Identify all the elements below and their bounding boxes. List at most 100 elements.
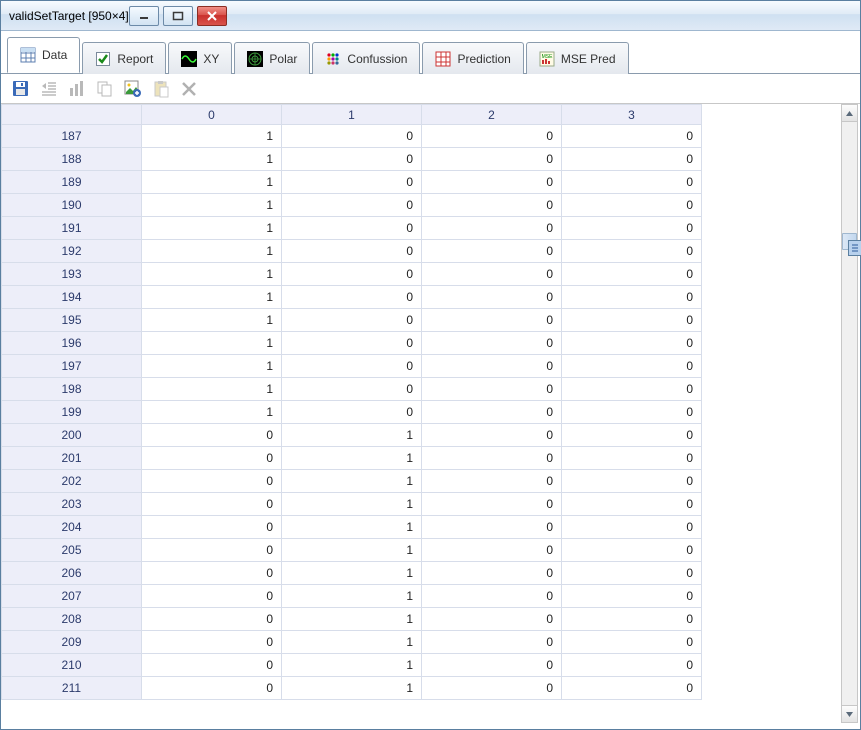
data-cell[interactable]: 0	[282, 332, 422, 355]
data-cell[interactable]: 0	[562, 378, 702, 401]
data-cell[interactable]: 0	[422, 585, 562, 608]
data-cell[interactable]: 0	[422, 309, 562, 332]
copy-button[interactable]	[95, 79, 115, 99]
data-cell[interactable]: 0	[422, 424, 562, 447]
data-cell[interactable]: 0	[422, 470, 562, 493]
data-cell[interactable]: 0	[282, 355, 422, 378]
row-header[interactable]: 209	[2, 631, 142, 654]
data-cell[interactable]: 1	[282, 493, 422, 516]
data-cell[interactable]: 1	[142, 148, 282, 171]
row-header[interactable]: 211	[2, 677, 142, 700]
row-header[interactable]: 210	[2, 654, 142, 677]
data-cell[interactable]: 0	[142, 493, 282, 516]
data-cell[interactable]: 0	[422, 516, 562, 539]
data-cell[interactable]: 0	[282, 217, 422, 240]
data-cell[interactable]: 0	[142, 470, 282, 493]
data-cell[interactable]: 1	[282, 516, 422, 539]
row-header[interactable]: 199	[2, 401, 142, 424]
data-cell[interactable]: 0	[422, 539, 562, 562]
col-header[interactable]: 2	[422, 105, 562, 125]
data-cell[interactable]: 1	[142, 401, 282, 424]
data-cell[interactable]: 0	[142, 424, 282, 447]
data-cell[interactable]: 0	[142, 631, 282, 654]
data-cell[interactable]: 0	[422, 148, 562, 171]
data-cell[interactable]: 0	[282, 194, 422, 217]
data-cell[interactable]: 1	[282, 654, 422, 677]
data-cell[interactable]: 1	[142, 240, 282, 263]
data-cell[interactable]: 0	[422, 378, 562, 401]
data-cell[interactable]: 0	[562, 355, 702, 378]
data-cell[interactable]: 0	[422, 447, 562, 470]
row-header[interactable]: 190	[2, 194, 142, 217]
data-cell[interactable]: 1	[142, 217, 282, 240]
data-cell[interactable]: 0	[562, 171, 702, 194]
data-cell[interactable]: 0	[282, 378, 422, 401]
data-cell[interactable]: 0	[562, 309, 702, 332]
data-cell[interactable]: 0	[562, 194, 702, 217]
data-cell[interactable]: 0	[282, 125, 422, 148]
data-cell[interactable]: 0	[562, 608, 702, 631]
side-panel-toggle[interactable]	[848, 240, 861, 256]
row-header[interactable]: 193	[2, 263, 142, 286]
data-cell[interactable]: 0	[142, 539, 282, 562]
data-grid[interactable]: 0 1 2 3 18710001881000189100019010001911…	[1, 104, 840, 721]
chart-button[interactable]	[67, 79, 87, 99]
data-cell[interactable]: 0	[562, 148, 702, 171]
row-header[interactable]: 191	[2, 217, 142, 240]
data-cell[interactable]: 1	[282, 585, 422, 608]
data-cell[interactable]: 0	[422, 355, 562, 378]
data-cell[interactable]: 0	[422, 240, 562, 263]
data-cell[interactable]: 0	[142, 516, 282, 539]
data-cell[interactable]: 0	[562, 516, 702, 539]
data-cell[interactable]: 0	[422, 263, 562, 286]
tab-xy[interactable]: XY	[168, 42, 232, 74]
row-header[interactable]: 196	[2, 332, 142, 355]
data-cell[interactable]: 0	[562, 424, 702, 447]
data-cell[interactable]: 1	[142, 286, 282, 309]
data-cell[interactable]: 0	[282, 263, 422, 286]
row-header[interactable]: 189	[2, 171, 142, 194]
data-cell[interactable]: 1	[282, 470, 422, 493]
data-cell[interactable]: 0	[562, 585, 702, 608]
data-cell[interactable]: 0	[422, 286, 562, 309]
data-cell[interactable]: 0	[562, 240, 702, 263]
data-cell[interactable]: 1	[142, 125, 282, 148]
row-header[interactable]: 207	[2, 585, 142, 608]
row-header[interactable]: 194	[2, 286, 142, 309]
col-header[interactable]: 0	[142, 105, 282, 125]
data-cell[interactable]: 0	[422, 677, 562, 700]
data-cell[interactable]: 0	[422, 631, 562, 654]
data-cell[interactable]: 1	[282, 677, 422, 700]
data-cell[interactable]: 1	[142, 194, 282, 217]
data-cell[interactable]: 0	[422, 217, 562, 240]
data-cell[interactable]: 1	[282, 447, 422, 470]
scroll-up-button[interactable]	[842, 105, 857, 122]
col-header[interactable]: 1	[282, 105, 422, 125]
data-cell[interactable]: 0	[282, 240, 422, 263]
paste-button[interactable]	[151, 79, 171, 99]
data-cell[interactable]: 0	[282, 171, 422, 194]
row-header[interactable]: 187	[2, 125, 142, 148]
close-button[interactable]	[197, 6, 227, 26]
data-cell[interactable]: 0	[142, 562, 282, 585]
row-header[interactable]: 208	[2, 608, 142, 631]
data-cell[interactable]: 0	[562, 332, 702, 355]
tab-report[interactable]: Report	[82, 42, 166, 74]
maximize-button[interactable]	[163, 6, 193, 26]
data-cell[interactable]: 0	[422, 194, 562, 217]
tab-prediction[interactable]: Prediction	[422, 42, 523, 74]
data-cell[interactable]: 0	[282, 309, 422, 332]
data-cell[interactable]: 0	[562, 125, 702, 148]
data-cell[interactable]: 0	[142, 654, 282, 677]
data-cell[interactable]: 0	[422, 401, 562, 424]
data-cell[interactable]: 1	[142, 171, 282, 194]
data-cell[interactable]: 0	[562, 447, 702, 470]
row-header[interactable]: 201	[2, 447, 142, 470]
row-header[interactable]: 192	[2, 240, 142, 263]
row-header[interactable]: 200	[2, 424, 142, 447]
data-cell[interactable]: 0	[142, 677, 282, 700]
data-cell[interactable]: 1	[142, 309, 282, 332]
vertical-scrollbar[interactable]	[841, 104, 858, 723]
data-cell[interactable]: 0	[562, 631, 702, 654]
data-cell[interactable]: 1	[282, 424, 422, 447]
